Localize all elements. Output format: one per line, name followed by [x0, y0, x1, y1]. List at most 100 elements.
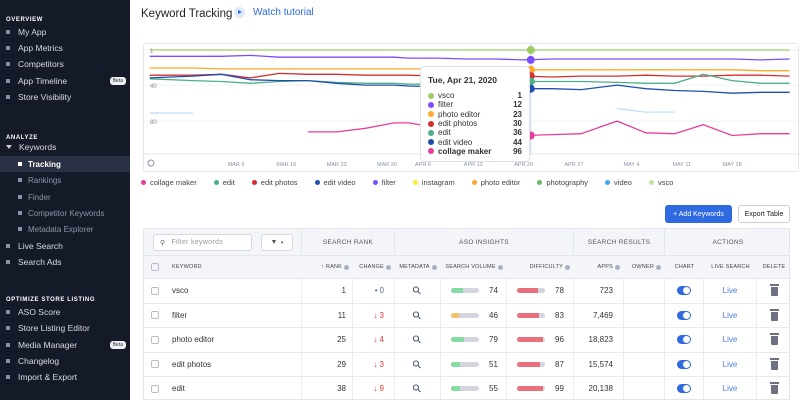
chart-toggle[interactable] [677, 286, 691, 296]
row-checkbox[interactable] [151, 384, 159, 393]
table-cell: 55 [441, 377, 507, 399]
live-search-link[interactable]: Live [723, 311, 738, 320]
table-row: edit 38 ↓ 9 ⚲ 55 99 20,138 Live [144, 377, 789, 399]
x-tick-label: MAR 9 [228, 162, 245, 168]
sidebar-item-live-search[interactable]: Live Search [0, 238, 130, 254]
table-cell: 46 [441, 303, 507, 327]
trash-icon[interactable] [769, 333, 779, 346]
sidebar-item-import-export[interactable]: Import & Export [0, 369, 130, 385]
magnifier-icon[interactable]: ⚲ [410, 381, 425, 396]
sidebar-item-app-metrics[interactable]: App Metrics [0, 40, 130, 56]
legend-item[interactable]: edit [213, 178, 235, 187]
chart-toggle[interactable] [677, 384, 691, 394]
legend-item[interactable]: edit photos [251, 178, 298, 187]
legend-item[interactable]: instagram [412, 178, 455, 187]
table-cell [665, 377, 704, 399]
export-table-button[interactable]: Export Table [738, 205, 790, 223]
sidebar-item-rankings[interactable]: Rankings [0, 172, 130, 188]
info-icon[interactable] [386, 264, 391, 270]
legend-item[interactable]: filter [372, 178, 396, 187]
sidebar-item-keywords[interactable]: Keywords [0, 139, 130, 155]
info-icon[interactable] [431, 264, 437, 270]
legend-dot [471, 180, 477, 185]
column-label: METADATA [399, 264, 430, 270]
table-cell [665, 303, 704, 327]
filter-dropdown-button[interactable]: ▼ ▾ [261, 234, 293, 251]
live-search-link[interactable]: Live [723, 384, 738, 393]
info-icon[interactable] [656, 264, 661, 270]
chart-toggle[interactable] [677, 310, 691, 320]
sidebar-item-aso-score[interactable]: ASO Score [0, 304, 130, 320]
rank: 11 [337, 310, 346, 320]
info-icon[interactable] [565, 264, 570, 270]
chart-toggle[interactable] [677, 359, 691, 369]
bullet-icon [6, 260, 10, 264]
watch-tutorial-link[interactable]: Watch tutorial [234, 7, 314, 18]
trash-icon[interactable] [769, 357, 779, 370]
table-cell [757, 304, 789, 328]
sidebar-item-store-listing-editor[interactable]: Store Listing Editor [0, 320, 130, 336]
row-checkbox[interactable] [151, 286, 159, 295]
sidebar-item-label: Finder [28, 192, 51, 202]
info-icon[interactable] [497, 264, 503, 270]
sidebar-item-competitor-keywords[interactable]: Competitor Keywords [0, 205, 130, 221]
magnifier-icon[interactable]: ⚲ [410, 332, 425, 347]
column-label: KEYWORD [172, 264, 202, 270]
filter-keywords-input[interactable]: ⚲ Filter keywords [153, 234, 252, 251]
row-checkbox[interactable] [151, 311, 159, 320]
table-cell: ↓ 9 [353, 377, 395, 399]
table-cell: Live [704, 377, 757, 399]
keyword: vsco [172, 286, 189, 296]
trash-icon[interactable] [769, 382, 779, 395]
search-volume-bar-value: 74 [489, 286, 498, 296]
trash-icon[interactable] [769, 308, 779, 321]
legend-item[interactable]: photography [537, 178, 588, 187]
table-cell: ↓ 3 [353, 352, 395, 376]
x-tick-label: MAY 11 [672, 162, 691, 168]
select-all-checkbox[interactable] [151, 263, 159, 271]
apps-count: 15,574 [588, 359, 613, 369]
legend-item[interactable]: vsco [648, 178, 673, 187]
sidebar-item-changelog[interactable]: Changelog [0, 353, 130, 369]
legend-item[interactable]: collage maker [141, 178, 197, 187]
sidebar-item-finder[interactable]: Finder [0, 189, 130, 205]
row-checkbox[interactable] [151, 335, 159, 344]
magnifier-icon[interactable]: ⚲ [410, 357, 425, 372]
magnifier-icon[interactable]: ⚲ [410, 308, 425, 323]
zoom-icon[interactable] [147, 159, 155, 167]
sidebar-item-my-app[interactable]: My App [0, 24, 130, 40]
bullet-icon [6, 62, 10, 66]
column-header[interactable]: ↑ RANK [302, 256, 353, 279]
live-search-link[interactable]: Live [723, 286, 738, 295]
sidebar-item-metadata-explorer[interactable]: Metadata Explorer [0, 221, 130, 237]
info-icon[interactable] [344, 264, 349, 270]
sidebar-section-title: OVERVIEW [6, 17, 44, 23]
sidebar-item-search-ads[interactable]: Search Ads [0, 254, 130, 270]
search-icon: ⚲ [160, 239, 166, 247]
sidebar-item-app-timeline[interactable]: App Timeline Beta [0, 73, 130, 89]
row-checkbox[interactable] [151, 360, 159, 369]
live-search-link[interactable]: Live [723, 335, 738, 344]
add-keywords-button[interactable]: + Add Keywords [665, 205, 732, 223]
tooltip-row: photo editor 23 [428, 110, 522, 119]
sidebar-item-store-visibility[interactable]: Store Visibility [0, 89, 130, 105]
sidebar-item-media-manager[interactable]: Media Manager Beta [0, 337, 130, 353]
info-icon[interactable] [615, 264, 620, 270]
tooltip-row: collage maker 96 [428, 147, 522, 156]
chart-toggle[interactable] [677, 335, 691, 345]
table-cell: photo editor [166, 328, 302, 352]
sidebar-item-tracking[interactable]: Tracking [0, 156, 130, 172]
legend-item[interactable]: video [605, 178, 632, 187]
group-aso-insights: ASO INSIGHTS [395, 229, 574, 256]
search-volume-bar-value: 55 [489, 384, 498, 394]
legend-item[interactable]: photo editor [471, 178, 520, 187]
table-cell: 51 [441, 352, 507, 376]
trash-icon[interactable] [769, 284, 779, 297]
live-search-link[interactable]: Live [723, 360, 738, 369]
magnifier-icon[interactable]: ⚲ [410, 283, 425, 298]
arrow-down-icon: ↓ [373, 384, 378, 394]
series-dot [428, 111, 434, 118]
legend-item[interactable]: edit video [314, 178, 356, 187]
table-cell: 1 [302, 279, 353, 303]
sidebar-item-competitors[interactable]: Competitors [0, 56, 130, 72]
